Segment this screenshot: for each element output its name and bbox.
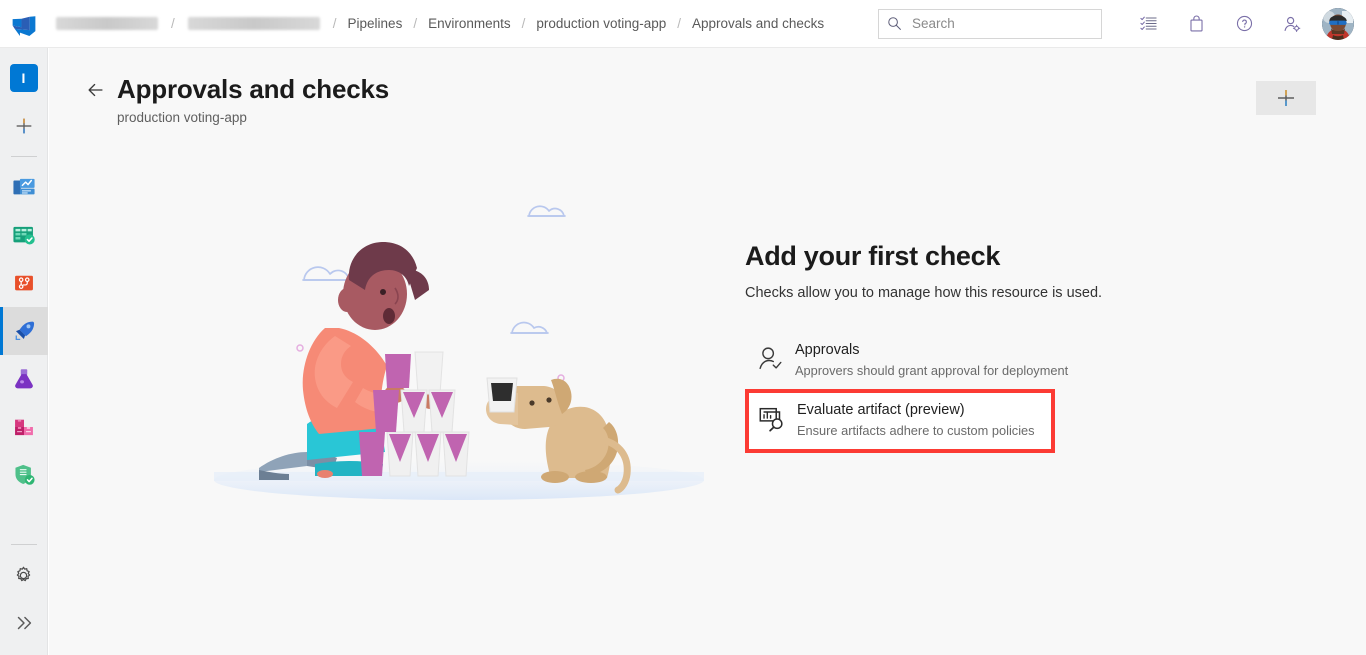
sidebar-item-boards[interactable] [0, 211, 48, 259]
person-check-icon [753, 342, 787, 376]
avatar-photo [1322, 7, 1354, 40]
empty-state-title: Add your first check [745, 241, 1001, 271]
breadcrumb-item-environments[interactable]: Environments [426, 14, 513, 33]
repos-icon [14, 275, 33, 291]
check-option-description: Ensure artifacts adhere to custom polici… [797, 423, 1035, 438]
search-input[interactable] [910, 15, 1084, 32]
empty-state-subtitle: Checks allow you to manage how this reso… [745, 285, 1103, 301]
back-arrow-icon[interactable] [83, 77, 109, 103]
sidebar-item-test-plans[interactable] [0, 355, 48, 403]
breadcrumb-separator: / [413, 16, 418, 31]
sidebar-divider-top [10, 156, 37, 157]
page-subtitle: production voting-app [117, 110, 247, 125]
sidebar-item-overview[interactable] [0, 163, 48, 211]
user-settings-icon[interactable] [1268, 0, 1316, 48]
header-actions [878, 0, 1366, 48]
person-stacking-cups-with-dog-illustration [214, 205, 704, 500]
sidebar-item-pipelines[interactable] [0, 307, 48, 355]
page-header-row: Approvals and checks [83, 72, 389, 106]
search-icon [887, 16, 902, 31]
azure-devops-logo[interactable] [0, 0, 48, 48]
test-plans-icon [14, 369, 33, 389]
check-type-list: Approvals Approvers should grant approva… [745, 331, 1165, 453]
sidebar-item-expand[interactable] [0, 599, 48, 647]
page-header: Approvals and checks production voting-a… [83, 72, 389, 125]
azure-devops-logo-icon [12, 15, 36, 36]
sidebar-item-advanced-security[interactable] [0, 451, 48, 499]
pipelines-icon [15, 321, 34, 341]
plus-icon [1278, 90, 1294, 106]
breadcrumb-separator: / [332, 16, 337, 31]
overview-icon [12, 178, 35, 195]
sidebar-item-artifacts[interactable] [0, 403, 48, 451]
empty-state-panel: Add your first check Checks allow you to… [745, 239, 1165, 453]
sidebar-item-repos[interactable] [0, 259, 48, 307]
check-option-text: Evaluate artifact (preview) Ensure artif… [797, 400, 1035, 440]
breadcrumb-separator: / [171, 16, 175, 31]
evaluate-artifact-icon [755, 402, 789, 436]
boards-icon [12, 226, 35, 245]
marketplace-bag-icon[interactable] [1172, 0, 1220, 48]
breadcrumb-separator: / [677, 16, 682, 31]
shield-check-icon [14, 464, 35, 485]
app-root: / / Pipelines / Environments / productio… [0, 0, 1366, 655]
breadcrumb-item-pipelines[interactable]: Pipelines [346, 14, 405, 33]
breadcrumb-organization-redacted[interactable] [56, 17, 158, 30]
breadcrumb-separator: / [521, 16, 526, 31]
double-chevron-right-icon [17, 616, 31, 630]
check-option-approvals[interactable]: Approvals Approvers should grant approva… [745, 331, 1165, 389]
project-initial: I [9, 64, 38, 92]
sidebar-item-new[interactable] [0, 102, 48, 150]
check-option-text: Approvals Approvers should grant approva… [795, 340, 1068, 380]
check-option-title: Approvals [795, 342, 860, 358]
empty-state-illustration [199, 188, 759, 518]
breadcrumb-item-production-voting-app[interactable]: production voting-app [534, 14, 668, 33]
breadcrumb: / / Pipelines / Environments / productio… [52, 0, 826, 48]
gear-icon [16, 566, 31, 581]
sidebar-item-project-settings[interactable] [0, 551, 48, 599]
top-header: / / Pipelines / Environments / productio… [0, 0, 1366, 48]
avatar[interactable] [1322, 7, 1354, 40]
help-icon[interactable] [1220, 0, 1268, 48]
breadcrumb-item-approvals-and-checks[interactable]: Approvals and checks [690, 14, 826, 33]
breadcrumb-project-redacted[interactable] [187, 17, 320, 30]
left-sidebar: I [0, 48, 48, 655]
page-title: Approvals and checks [117, 74, 389, 104]
check-option-title: Evaluate artifact (preview) [797, 402, 965, 418]
sidebar-item-project-tile[interactable]: I [0, 54, 48, 102]
check-option-description: Approvers should grant approval for depl… [795, 363, 1069, 378]
add-check-button[interactable] [1256, 81, 1316, 115]
sidebar-divider-bottom [10, 544, 37, 545]
main-content: Approvals and checks production voting-a… [49, 48, 1366, 655]
search-box[interactable] [878, 8, 1102, 39]
check-option-evaluate-artifact[interactable]: Evaluate artifact (preview) Ensure artif… [745, 389, 1055, 453]
cup-in-mouth [486, 377, 518, 413]
plus-icon [16, 118, 31, 134]
tasks-icon[interactable] [1124, 0, 1172, 48]
artifacts-icon [14, 419, 33, 436]
